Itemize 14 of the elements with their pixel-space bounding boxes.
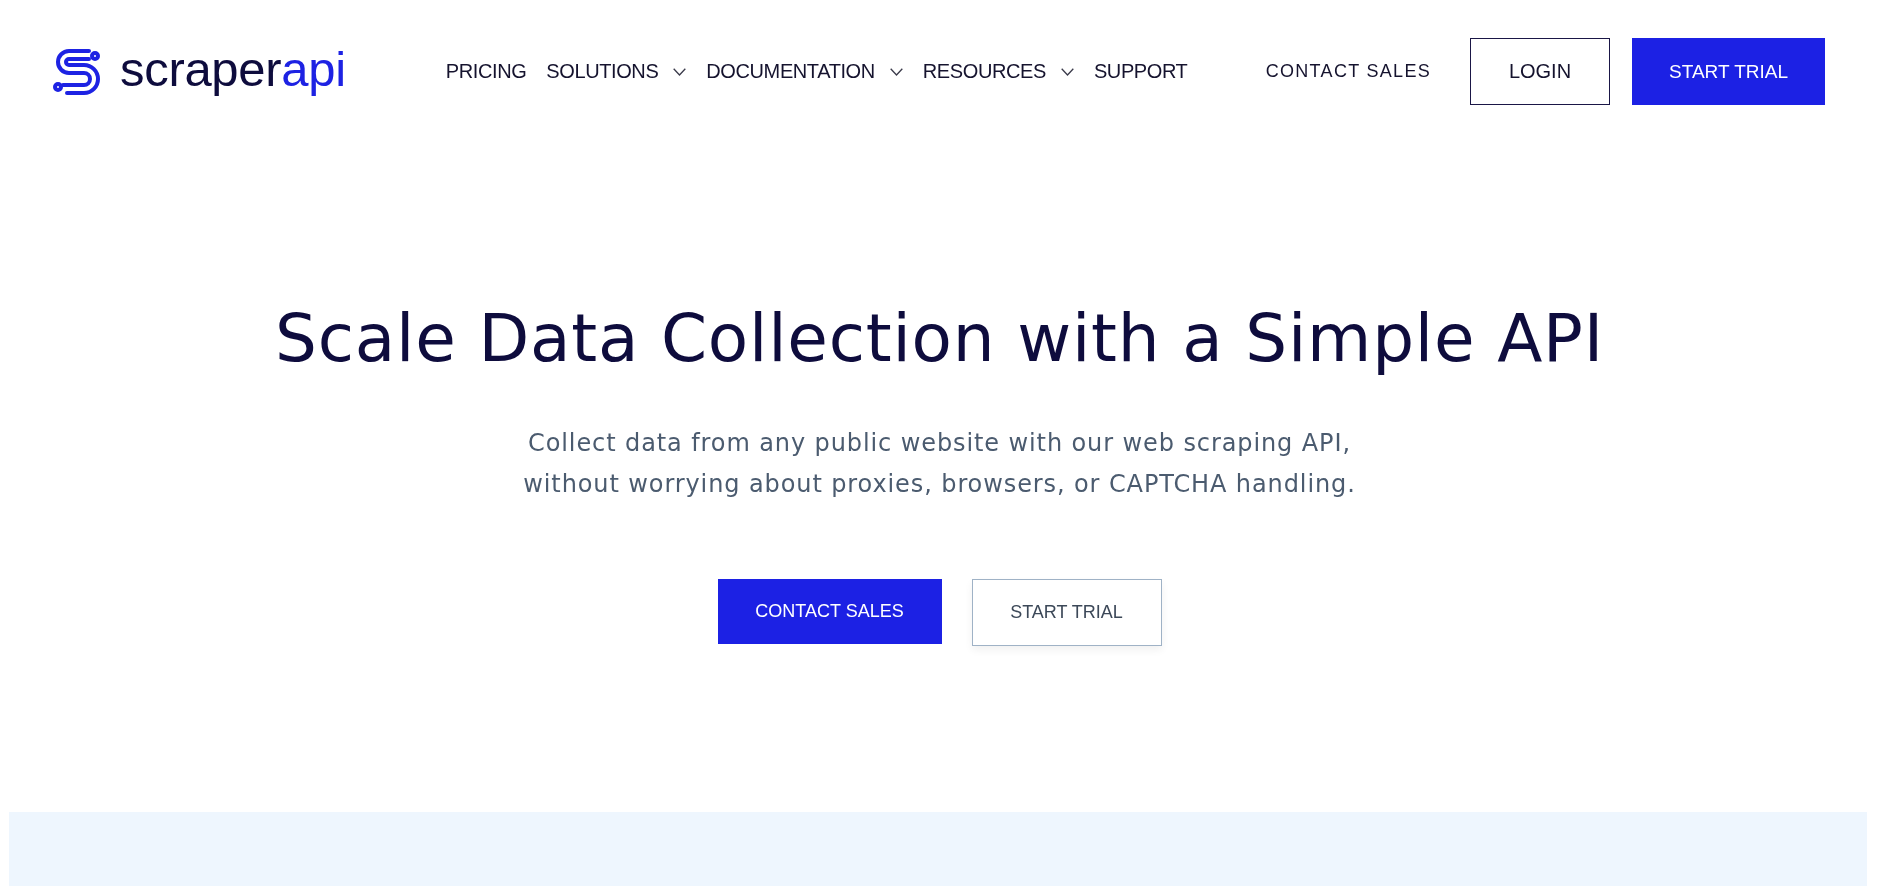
hero-subtitle: Collect data from any public website with our web scraping API, without worrying about proxies, browsers, or CAPTCHA handling. bbox=[522, 428, 1357, 500]
logo-wordmark[interactable]: scraperapi bbox=[120, 45, 346, 98]
nav-link[interactable]: SOLUTIONS bbox=[546, 60, 687, 83]
primary-button[interactable]: CONTACT SALES bbox=[717, 579, 942, 644]
outline-button[interactable]: LOGIN bbox=[1470, 38, 1610, 105]
text-link[interactable]: CONTACT SALES bbox=[1265, 61, 1431, 82]
nav-link[interactable]: DOCUMENTATION bbox=[706, 60, 903, 83]
logo-icon bbox=[53, 47, 100, 96]
primary-button[interactable]: START TRIAL bbox=[1632, 38, 1825, 105]
hero-title: Scale Data Collection with a Simple API bbox=[275, 299, 1604, 379]
outline-button[interactable]: START TRIAL bbox=[971, 579, 1162, 646]
nav-link[interactable]: PRICING bbox=[445, 60, 527, 83]
nav-link[interactable]: RESOURCES bbox=[922, 60, 1074, 83]
nav-link[interactable]: SUPPORT bbox=[1093, 60, 1188, 83]
